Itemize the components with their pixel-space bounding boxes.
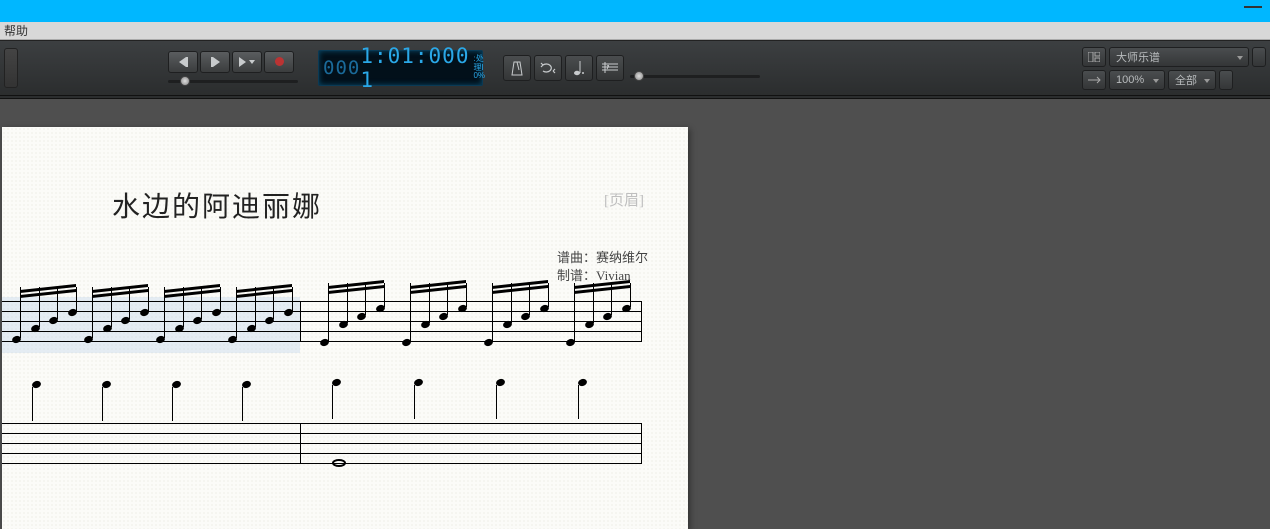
note — [496, 385, 497, 419]
accidental-button[interactable] — [596, 55, 624, 81]
extra-icon-button[interactable] — [1219, 70, 1233, 90]
note — [414, 385, 415, 419]
note — [242, 387, 243, 421]
toolbar-left-handle[interactable] — [4, 48, 18, 88]
rewind-button[interactable] — [168, 51, 198, 73]
whole-note — [332, 459, 346, 467]
layout-dropdown[interactable]: 大师乐谱 — [1109, 47, 1249, 67]
score-title[interactable]: 水边的阿迪丽娜 — [112, 185, 322, 225]
menu-bar: 帮助 — [0, 22, 1270, 40]
note — [292, 287, 293, 311]
main-toolbar: 000 1:01:000 1 :处理I 0% 大师乐谱 — [0, 40, 1270, 96]
note — [220, 287, 221, 311]
settings-icon-button[interactable] — [1252, 47, 1266, 67]
note-duration-button[interactable] — [565, 55, 593, 81]
window-titlebar — [0, 0, 1270, 22]
note — [102, 387, 103, 421]
menu-help[interactable]: 帮助 — [4, 24, 28, 38]
transport-controls — [168, 51, 298, 86]
note — [76, 287, 77, 311]
skip-forward-button[interactable] — [200, 51, 230, 73]
processing-percent: 0% — [473, 72, 485, 81]
score-page[interactable]: 水边的阿迪丽娜 [页眉] 谱曲：赛纳维尔 制谱：Vivian — [2, 127, 688, 529]
metronome-button[interactable] — [503, 55, 531, 81]
note — [630, 283, 631, 307]
zoom-dropdown[interactable]: 100% — [1109, 70, 1165, 90]
volume-slider[interactable] — [630, 55, 760, 81]
note — [466, 283, 467, 307]
note — [172, 387, 173, 421]
processing-label: :处理I — [473, 55, 485, 73]
play-button[interactable] — [232, 51, 262, 73]
note — [548, 283, 549, 307]
note — [578, 385, 579, 419]
workspace[interactable]: 水边的阿迪丽娜 [页眉] 谱曲：赛纳维尔 制谱：Vivian — [0, 99, 1270, 529]
edit-tools — [503, 55, 624, 81]
score-credits[interactable]: 谱曲：赛纳维尔 制谱：Vivian — [557, 249, 648, 285]
timecode-prefix: 000 — [319, 57, 360, 79]
tempo-slider[interactable] — [168, 76, 298, 86]
page-header-placeholder[interactable]: [页眉] — [604, 189, 644, 210]
fit-width-button[interactable] — [1082, 70, 1106, 90]
note — [332, 385, 333, 419]
record-button[interactable] — [264, 51, 294, 73]
loop-button[interactable] — [534, 55, 562, 81]
minimize-icon[interactable] — [1244, 4, 1262, 8]
note — [384, 283, 385, 307]
timecode-display[interactable]: 000 1:01:000 1 :处理I 0% — [318, 50, 483, 86]
music-staves[interactable] — [2, 301, 642, 381]
scope-dropdown[interactable]: 全部 — [1168, 70, 1216, 90]
note — [32, 387, 33, 421]
view-controls: 大师乐谱 100% 全部 — [1082, 47, 1266, 90]
note — [148, 287, 149, 311]
timecode-main: 1:01:000 1 — [360, 44, 469, 92]
panel-toggle-button[interactable] — [1082, 47, 1106, 67]
